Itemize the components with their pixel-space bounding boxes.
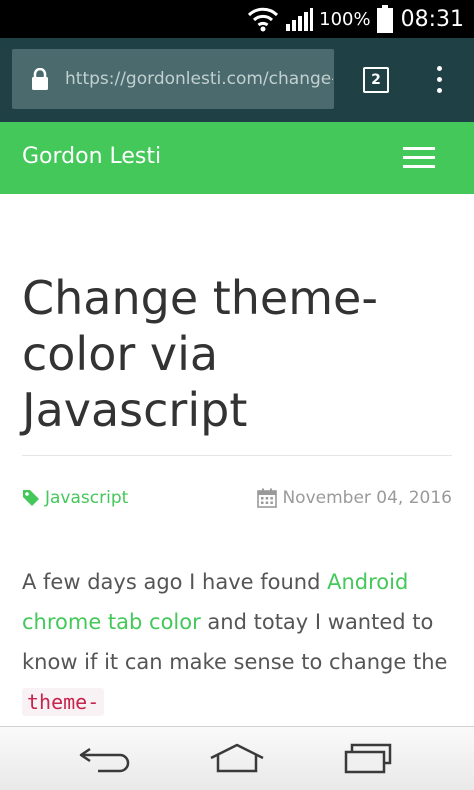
status-icons: 100% 08:31 [247,0,464,38]
clock: 08:31 [400,6,464,32]
status-bar: 100% 08:31 [0,0,474,38]
url-text[interactable]: https://gordonlesti.com/change-theme-col… [65,49,333,109]
site-title-link[interactable]: Gordon Lesti [22,122,161,194]
inline-code: theme- [22,688,105,716]
hamburger-icon[interactable] [403,147,435,169]
article-body: A few days ago I have found Android chro… [22,562,458,722]
overflow-menu-icon[interactable] [428,66,452,94]
battery-icon [376,5,393,33]
back-icon[interactable] [76,741,136,777]
address-bar[interactable]: https://gordonlesti.com/change-theme-col… [12,49,334,109]
wifi-icon [248,7,279,32]
battery-percentage: 100% [319,8,371,30]
calendar-icon [257,488,278,508]
tag-label[interactable]: Javascript [45,488,128,508]
tag-icon [23,490,39,506]
body-text-1: A few days ago I have found [22,570,328,594]
article-title: Change theme-color via Javascript [22,271,378,437]
navigation-bar [0,726,474,790]
tab-switcher-button[interactable]: 2 [363,67,389,93]
post-date: November 04, 2016 [257,488,452,508]
home-icon[interactable] [207,741,267,777]
title-divider [22,455,452,456]
browser-toolbar: https://gordonlesti.com/change-theme-col… [0,38,474,122]
post-date-text: November 04, 2016 [282,488,452,508]
site-header: Gordon Lesti [0,122,474,194]
recent-apps-icon[interactable] [338,741,398,777]
signal-icon [286,8,314,31]
lock-icon [32,68,48,90]
tag-link[interactable]: Javascript [22,488,128,508]
